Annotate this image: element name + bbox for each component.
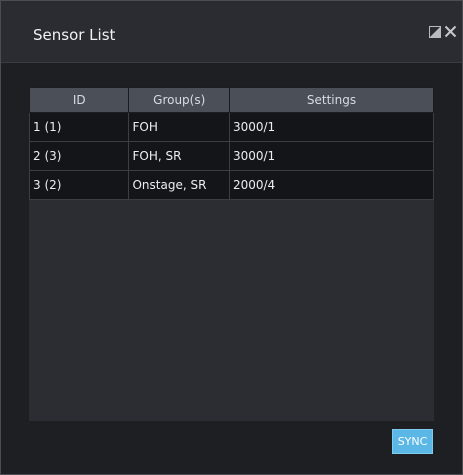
table-row[interactable]: 1 (1) FOH 3000/1 (28, 112, 435, 142)
popout-icon[interactable] (429, 23, 443, 38)
sensor-table-panel: ID Group(s) Settings 1 (1) FOH 3000/1 2 … (28, 87, 435, 421)
cell-groups: FOH, SR (128, 141, 230, 171)
sync-button[interactable]: SYNC (392, 429, 433, 454)
table-header-row: ID Group(s) Settings (28, 87, 435, 113)
cell-settings: 3000/1 (228, 112, 435, 142)
cell-settings: 2000/4 (228, 170, 435, 200)
sensor-table: ID Group(s) Settings 1 (1) FOH 3000/1 2 … (28, 87, 435, 200)
cell-id: 3 (2) (28, 170, 130, 200)
cell-groups: Onstage, SR (128, 170, 230, 200)
cell-id: 1 (1) (28, 112, 130, 142)
column-header-id[interactable]: ID (28, 87, 130, 113)
sensor-list-window: Sensor List ID Group(s) Settings 1 (1) F… (0, 0, 463, 475)
cell-settings: 3000/1 (228, 141, 435, 171)
table-row[interactable]: 3 (2) Onstage, SR 2000/4 (28, 170, 435, 200)
column-header-settings[interactable]: Settings (228, 87, 435, 113)
column-header-groups[interactable]: Group(s) (128, 87, 230, 113)
title-bar: Sensor List (1, 1, 462, 63)
table-row[interactable]: 2 (3) FOH, SR 3000/1 (28, 141, 435, 171)
close-icon[interactable] (444, 23, 458, 38)
cell-groups: FOH (128, 112, 230, 142)
cell-id: 2 (3) (28, 141, 130, 171)
window-title: Sensor List (33, 26, 116, 44)
